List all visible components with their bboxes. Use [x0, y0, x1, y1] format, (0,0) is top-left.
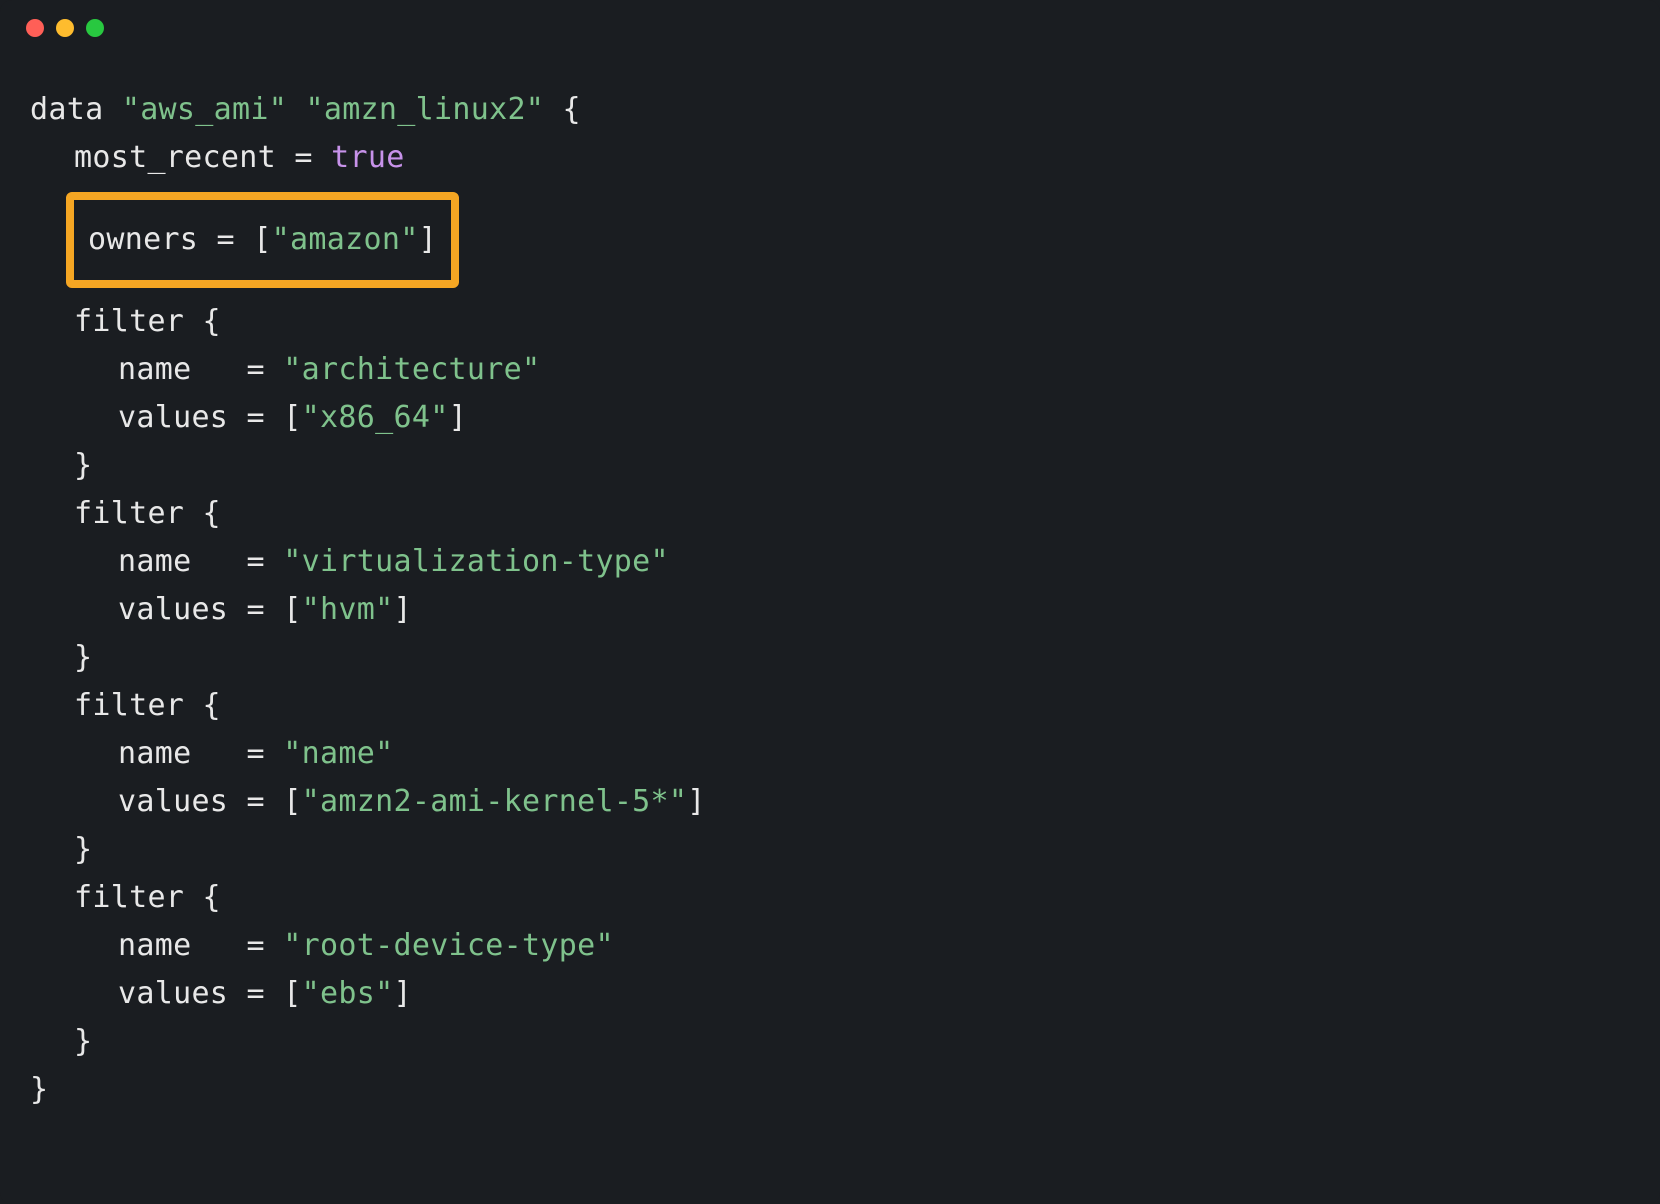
attr-key: values	[118, 400, 228, 435]
bool-literal: true	[331, 140, 404, 175]
code-line: }	[30, 634, 1630, 682]
code-line: }	[30, 1066, 1630, 1114]
brace: }	[30, 1072, 48, 1107]
code-block: data "aws_ami" "amzn_linux2" { most_rece…	[0, 56, 1660, 1144]
code-line: most_recent = true	[30, 134, 1630, 182]
code-window: data "aws_ami" "amzn_linux2" { most_rece…	[0, 0, 1660, 1204]
resource-name: "amzn_linux2"	[305, 92, 544, 127]
titlebar	[0, 0, 1660, 56]
attr-key: values	[118, 592, 228, 627]
highlight-box: owners = ["amazon"]	[66, 192, 459, 288]
attr-key: name	[118, 352, 191, 387]
string-literal: "amazon"	[272, 222, 419, 257]
close-icon[interactable]	[26, 19, 44, 37]
string-literal: "virtualization-type"	[283, 544, 669, 579]
attr-key: most_recent	[74, 140, 276, 175]
code-line: filter {	[30, 874, 1630, 922]
code-line: filter {	[30, 298, 1630, 346]
attr-key: name	[118, 544, 191, 579]
code-line: filter {	[30, 490, 1630, 538]
resource-type: "aws_ami"	[122, 92, 287, 127]
block-filter: filter	[74, 688, 184, 723]
code-line: values = ["x86_64"]	[30, 394, 1630, 442]
code-line: }	[30, 1018, 1630, 1066]
block-filter: filter	[74, 496, 184, 531]
brace: {	[563, 92, 581, 127]
minimize-icon[interactable]	[56, 19, 74, 37]
string-literal: "ebs"	[302, 976, 394, 1011]
block-filter: filter	[74, 304, 184, 339]
string-literal: "x86_64"	[302, 400, 449, 435]
string-literal: "amzn2-ami-kernel-5*"	[302, 784, 688, 819]
code-line: values = ["hvm"]	[30, 586, 1630, 634]
code-line: name = "name"	[30, 730, 1630, 778]
code-line: }	[30, 826, 1630, 874]
code-line: name = "architecture"	[30, 346, 1630, 394]
highlight-annotation: owners = ["amazon"]	[30, 182, 1630, 298]
attr-key: values	[118, 976, 228, 1011]
code-line: data "aws_ami" "amzn_linux2" {	[30, 86, 1630, 134]
attr-key: owners	[88, 222, 198, 257]
attr-key: name	[118, 928, 191, 963]
maximize-icon[interactable]	[86, 19, 104, 37]
code-line: values = ["ebs"]	[30, 970, 1630, 1018]
block-filter: filter	[74, 880, 184, 915]
keyword-data: data	[30, 92, 103, 127]
code-line: name = "root-device-type"	[30, 922, 1630, 970]
attr-key: values	[118, 784, 228, 819]
string-literal: "name"	[283, 736, 393, 771]
code-line: values = ["amzn2-ami-kernel-5*"]	[30, 778, 1630, 826]
string-literal: "root-device-type"	[283, 928, 614, 963]
string-literal: "architecture"	[283, 352, 540, 387]
code-line: name = "virtualization-type"	[30, 538, 1630, 586]
code-line: filter {	[30, 682, 1630, 730]
attr-key: name	[118, 736, 191, 771]
code-line: }	[30, 442, 1630, 490]
string-literal: "hvm"	[302, 592, 394, 627]
